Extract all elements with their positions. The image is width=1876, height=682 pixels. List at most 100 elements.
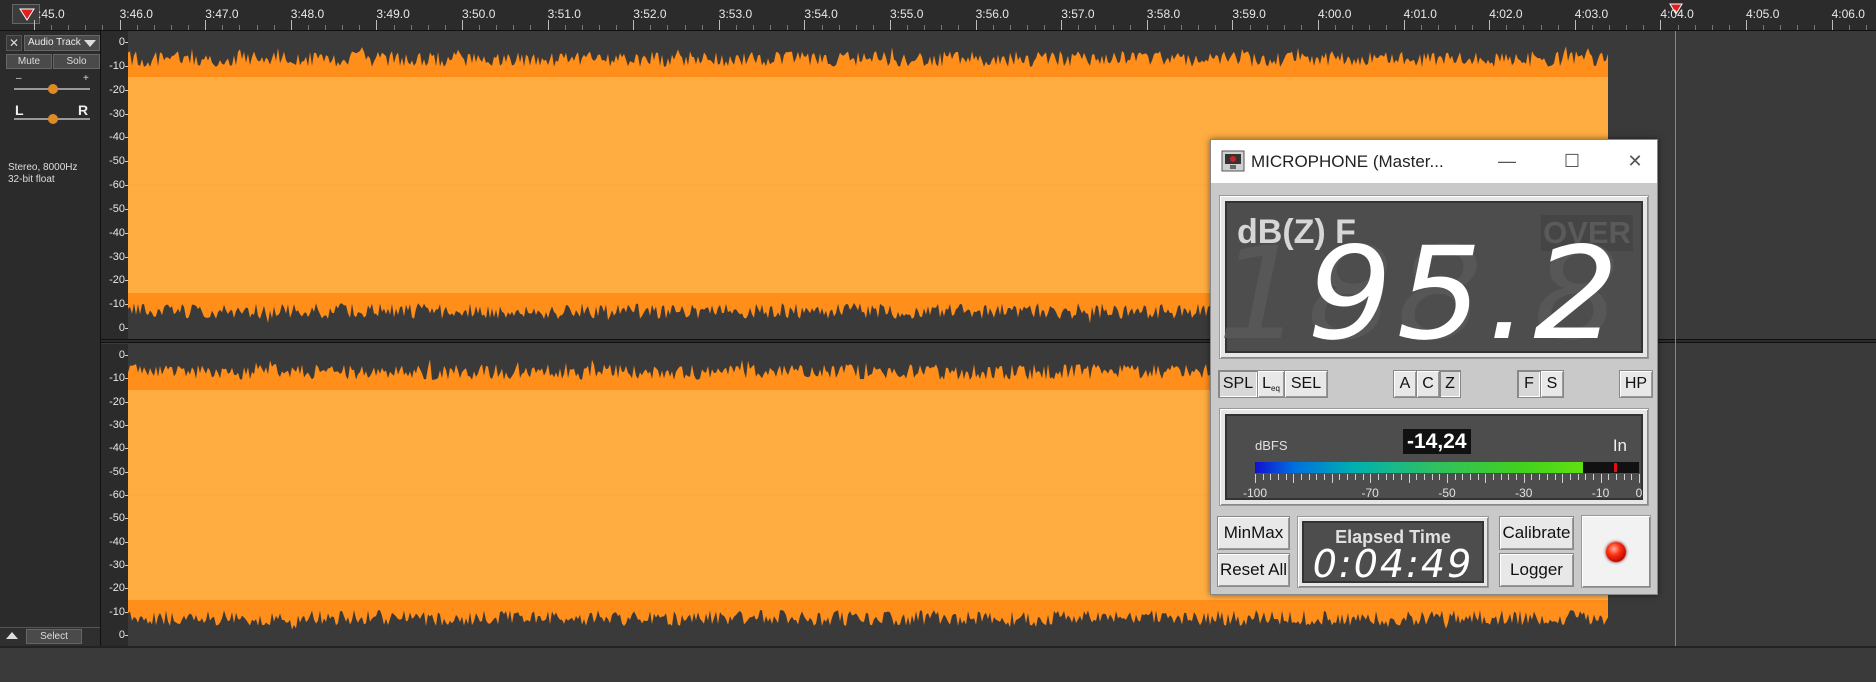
z-weighting-button[interactable]: Z: [1439, 370, 1461, 398]
a-weighting-button[interactable]: A: [1393, 370, 1417, 398]
ruler-minor-tick: [1044, 25, 1046, 30]
ruler-minor-tick: [650, 25, 652, 30]
solo-button[interactable]: Solo: [53, 54, 100, 69]
ruler-minor-tick: [1814, 25, 1816, 30]
pan-slider-knob[interactable]: [48, 114, 58, 124]
input-meter-panel: dBFS -14,24 In -100 -70 -50 -30 -10 0: [1219, 408, 1649, 506]
level-screen: dB(Z) F OVER 188.8 95.2: [1217, 201, 1643, 359]
ruler-minor-tick: [1420, 25, 1422, 30]
level-meter-tick: [1385, 474, 1387, 480]
track-name-menu[interactable]: Audio Track: [24, 35, 100, 51]
ruler-time-label: 3:49.0: [376, 7, 410, 21]
level-meter-tick: [1285, 474, 1287, 480]
maximize-button[interactable]: ☐: [1552, 148, 1592, 174]
level-meter-tick: [1447, 474, 1448, 483]
db-scale-label: -10: [109, 372, 125, 385]
level-meter-tick: [1592, 474, 1594, 480]
ruler-time-label: 4:01.0: [1403, 7, 1437, 21]
ruler-major-tick: [804, 20, 806, 30]
pan-left-label: L: [15, 102, 24, 118]
ruler-minor-tick: [1198, 25, 1200, 30]
db-scale-label: -50: [109, 202, 125, 215]
level-meter-tick: [1631, 474, 1633, 480]
ruler-minor-tick: [170, 25, 172, 30]
window-title-bar[interactable]: MICROPHONE (Master... — ☐ ✕: [1211, 140, 1657, 183]
ruler-time-label: 3:59.0: [1232, 7, 1266, 21]
ruler-minor-tick: [1266, 25, 1268, 30]
timeline-ruler[interactable]: :45.0 3:46.0 3:47.0 3:48.0 3:49.0 3:50.0 3:51.…: [0, 0, 1876, 31]
fast-response-button[interactable]: F: [1517, 370, 1541, 398]
ruler-minor-tick: [1369, 25, 1371, 30]
c-weighting-button[interactable]: C: [1416, 370, 1440, 398]
db-scale-label: -60: [109, 179, 125, 191]
mute-button[interactable]: Mute: [6, 54, 52, 69]
level-meter-tick: [1408, 474, 1410, 483]
play-head-button[interactable]: [12, 4, 40, 24]
level-meter-tick: [1500, 474, 1502, 480]
maximize-icon: ☐: [1563, 151, 1581, 171]
record-button[interactable]: [1581, 515, 1651, 588]
ruler-major-tick: [1660, 20, 1662, 30]
ruler-minor-tick: [1540, 25, 1542, 30]
ruler-minor-tick: [307, 25, 309, 30]
close-button[interactable]: ✕: [1615, 148, 1655, 174]
calibrate-button[interactable]: Calibrate: [1499, 516, 1574, 550]
track-control-panel: ✕ Audio Track Mute Solo – + L R Stereo, …: [0, 31, 101, 646]
ruler-minor-tick: [359, 25, 361, 30]
ruler-minor-tick: [222, 25, 224, 30]
high-pass-button[interactable]: HP: [1619, 370, 1653, 398]
collapse-track-icon[interactable]: [6, 632, 18, 639]
ruler-minor-tick: [68, 25, 70, 30]
ruler-time-label: 3:58.0: [1146, 7, 1181, 21]
select-track-button[interactable]: Select: [26, 629, 82, 644]
ruler-minor-tick: [153, 25, 155, 30]
ruler-minor-tick: [1780, 25, 1782, 30]
ruler-minor-tick: [581, 25, 583, 30]
ruler-minor-tick: [855, 25, 857, 30]
spl-button[interactable]: SPL: [1218, 370, 1258, 398]
db-scale-label: -50: [109, 465, 125, 478]
ruler-time-label: 4:00.0: [1318, 7, 1352, 21]
ruler-minor-tick: [1728, 25, 1730, 30]
level-meter-tick: [1462, 474, 1464, 480]
close-icon: ✕: [8, 36, 20, 50]
leq-button[interactable]: Leq: [1257, 370, 1285, 398]
ruler-minor-tick: [1609, 25, 1611, 30]
slow-response-button[interactable]: S: [1540, 370, 1564, 398]
level-meter-tick: [1262, 474, 1264, 480]
ruler-minor-tick: [85, 25, 87, 30]
track-close-button[interactable]: ✕: [6, 35, 22, 51]
ruler-minor-tick: [735, 25, 737, 30]
dropdown-arrow-icon: [84, 40, 96, 47]
level-meter-tick: [1531, 474, 1533, 480]
ruler-minor-tick: [273, 25, 275, 30]
level-meter-tick: [1393, 474, 1395, 480]
level-meter-tick: [1600, 474, 1602, 483]
ruler-minor-tick: [102, 25, 104, 30]
sel-button[interactable]: SEL: [1284, 370, 1328, 398]
ruler-major-tick: [376, 20, 378, 30]
gain-slider-knob[interactable]: [48, 84, 58, 94]
level-meter-tick: [1569, 474, 1571, 480]
ruler-time-label: 3:54.0: [804, 7, 838, 21]
level-meter-fill: [1255, 462, 1584, 473]
level-meter-tick: [1362, 474, 1364, 480]
ruler-minor-tick: [1626, 25, 1628, 30]
ruler-minor-tick: [530, 25, 532, 30]
reset-all-button[interactable]: Reset All: [1217, 553, 1290, 587]
logger-button[interactable]: Logger: [1499, 553, 1574, 587]
minimize-button[interactable]: —: [1487, 148, 1527, 174]
level-meter-scale-label: -100: [1242, 486, 1268, 500]
level-meter-tick: [1377, 474, 1379, 480]
ruler-minor-tick: [1386, 25, 1388, 30]
ruler-minor-tick: [992, 25, 994, 30]
pan-right-label: R: [78, 102, 89, 118]
level-meter-tick: [1370, 474, 1372, 483]
level-meter-tick: [1577, 474, 1579, 480]
level-meter-tick: [1623, 474, 1625, 480]
ruler-major-tick: [205, 20, 207, 30]
minmax-button[interactable]: MinMax: [1217, 516, 1290, 550]
selection-end-line: [1675, 31, 1676, 646]
level-meter-bar: [1255, 462, 1639, 473]
db-scale-label: -20: [109, 274, 125, 287]
